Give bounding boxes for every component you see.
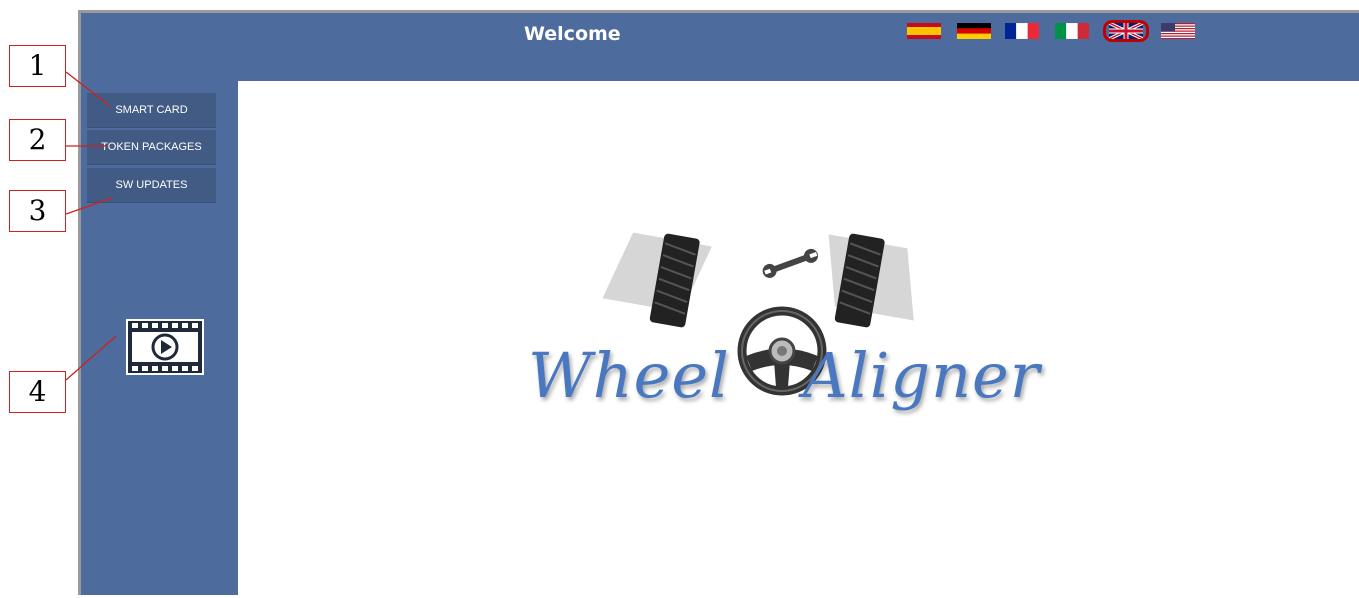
token-packages-button[interactable]: TOKEN PACKAGES <box>87 130 216 164</box>
logo-word-wheel: Wheel <box>528 339 730 412</box>
page-title: Welcome <box>524 23 621 45</box>
france-flag-icon[interactable] <box>1005 23 1039 39</box>
usa-flag-icon[interactable] <box>1161 23 1195 39</box>
logo-word-aligner: Aligner <box>803 339 1041 412</box>
wrench-icon <box>762 248 818 278</box>
left-tire-icon <box>602 232 712 328</box>
callout-4: 4 <box>9 371 66 413</box>
main-content: Wheel Aligner <box>238 81 1359 598</box>
callout-1: 1 <box>9 45 66 87</box>
germany-flag-icon[interactable] <box>957 23 991 39</box>
callout-3: 3 <box>9 190 66 232</box>
video-play-icon[interactable] <box>125 318 205 376</box>
sw-updates-button[interactable]: SW UPDATES <box>87 168 216 202</box>
uk-flag-icon[interactable] <box>1103 20 1149 42</box>
spain-flag-icon[interactable] <box>907 23 941 39</box>
logo-text: Wheel Aligner <box>528 339 1039 412</box>
app-window: Welcome SMART CARD TOKEN PACKAGES SW UPD… <box>78 10 1359 598</box>
callout-2: 2 <box>9 119 66 161</box>
right-tire-icon <box>828 233 914 328</box>
italy-flag-icon[interactable] <box>1055 23 1089 39</box>
smart-card-button[interactable]: SMART CARD <box>87 93 216 127</box>
